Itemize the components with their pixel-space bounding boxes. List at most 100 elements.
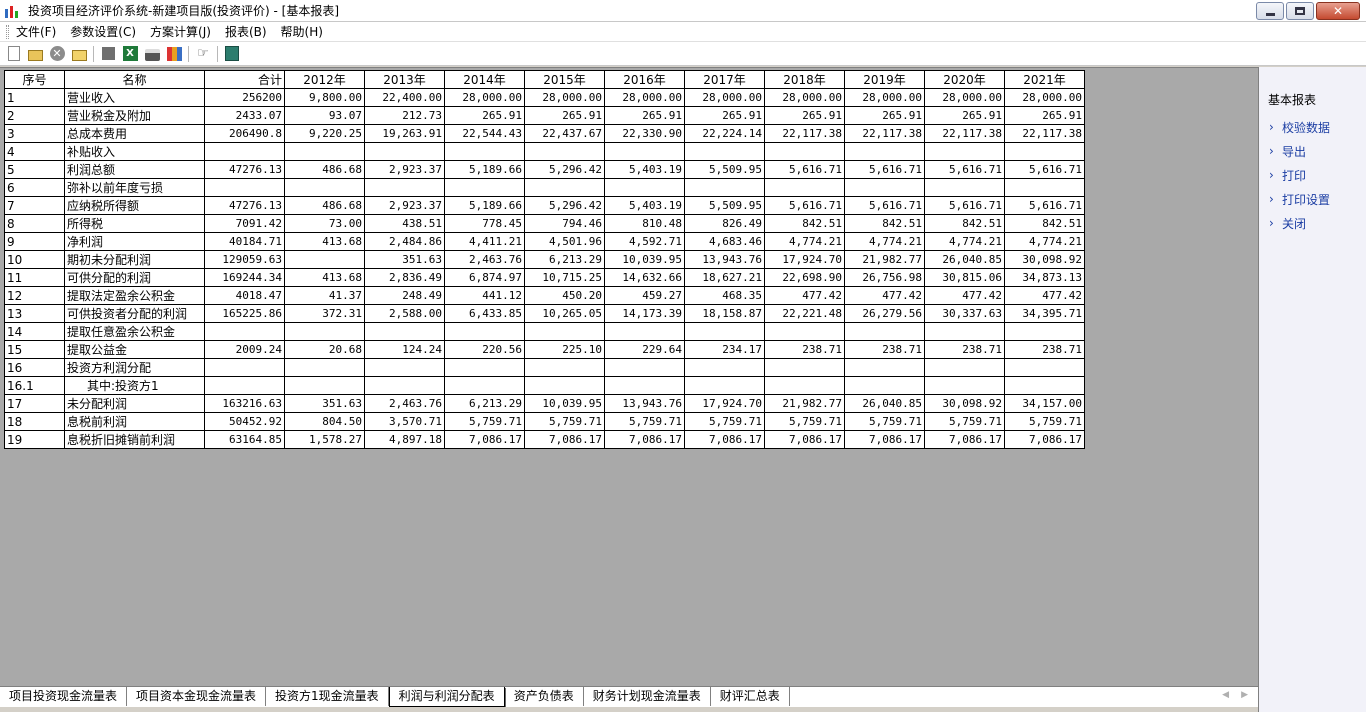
table-row[interactable]: 18 息税前利润 50452.92 804.50 3,570.71 5,759.71 5,7… [4,412,1085,431]
header-total[interactable]: 合计 [204,70,285,89]
cell-value[interactable] [1004,142,1085,161]
cell-value[interactable]: 5,616.71 [924,160,1005,179]
cell-value[interactable]: 22,330.90 [604,124,685,143]
cell-value[interactable]: 4,683.46 [684,232,765,251]
cell-total[interactable] [204,142,285,161]
cell-value[interactable] [364,322,445,341]
cell-seq[interactable]: 4 [4,142,65,161]
cell-value[interactable]: 34,157.00 [1004,394,1085,413]
cell-value[interactable]: 30,098.92 [924,394,1005,413]
header-year[interactable]: 2020年 [924,70,1005,89]
cell-value[interactable]: 804.50 [284,412,365,431]
cell-value[interactable]: 5,616.71 [764,160,845,179]
cell-value[interactable]: 351.63 [284,394,365,413]
cell-value[interactable]: 4,501.96 [524,232,605,251]
cell-value[interactable]: 26,040.85 [924,250,1005,269]
cell-value[interactable]: 28,000.00 [924,88,1005,107]
cell-value[interactable]: 34,873.13 [1004,268,1085,287]
cell-value[interactable] [604,376,685,395]
header-year[interactable]: 2014年 [444,70,525,89]
cell-seq[interactable]: 8 [4,214,65,233]
cell-seq[interactable]: 14 [4,322,65,341]
cell-value[interactable] [284,358,365,377]
cell-value[interactable]: 842.51 [1004,214,1085,233]
cell-value[interactable]: 9,800.00 [284,88,365,107]
cell-value[interactable]: 413.68 [284,232,365,251]
cell-value[interactable] [1004,376,1085,395]
cell-value[interactable]: 265.91 [924,106,1005,125]
cell-value[interactable]: 265.91 [844,106,925,125]
cell-value[interactable] [284,250,365,269]
cell-name[interactable]: 营业收入 [64,88,205,107]
table-row[interactable]: 7 应纳税所得额 47276.13 486.68 2,923.37 5,189.66 5,2… [4,196,1085,215]
cell-value[interactable]: 22,544.43 [444,124,525,143]
cell-total[interactable]: 169244.34 [204,268,285,287]
folder-up-button[interactable] [68,43,90,65]
cell-value[interactable] [924,376,1005,395]
cell-value[interactable]: 2,463.76 [444,250,525,269]
cell-total[interactable]: 63164.85 [204,430,285,449]
cell-value[interactable]: 7,086.17 [1004,430,1085,449]
cell-value[interactable] [364,178,445,197]
cell-value[interactable]: 5,759.71 [524,412,605,431]
cell-value[interactable]: 5,403.19 [604,196,685,215]
cell-value[interactable]: 26,040.85 [844,394,925,413]
cell-value[interactable]: 5,403.19 [604,160,685,179]
cell-value[interactable]: 459.27 [604,286,685,305]
cell-value[interactable] [364,358,445,377]
table-row[interactable]: 10 期初未分配利润 129059.63 351.63 2,463.76 6,213.29… [4,250,1085,269]
table-row[interactable]: 16 投资方利润分配 [4,358,1085,377]
cell-total[interactable]: 2433.07 [204,106,285,125]
cell-seq[interactable]: 17 [4,394,65,413]
cell-value[interactable]: 3,570.71 [364,412,445,431]
cell-value[interactable]: 34,395.71 [1004,304,1085,323]
restore-button[interactable] [1286,2,1314,20]
cell-total[interactable]: 47276.13 [204,160,285,179]
cell-value[interactable] [604,142,685,161]
cell-value[interactable] [844,178,925,197]
cell-value[interactable]: 842.51 [764,214,845,233]
cell-value[interactable]: 4,592.71 [604,232,685,251]
cell-value[interactable]: 7,086.17 [844,430,925,449]
cell-value[interactable]: 4,411.21 [444,232,525,251]
cell-value[interactable]: 5,759.71 [924,412,1005,431]
print-settings-link[interactable]: › 打印设置 [1269,187,1330,211]
cell-value[interactable]: 22,117.38 [924,124,1005,143]
menu-help[interactable]: 帮助(H) [274,23,330,41]
table-row[interactable]: 3 总成本费用 206490.8 9,220.25 19,263.91 22,544.43… [4,124,1085,143]
cell-value[interactable] [444,142,525,161]
table-row[interactable]: 11 可供分配的利润 169244.34 413.68 2,836.49 6,874.97… [4,268,1085,287]
cell-value[interactable] [604,178,685,197]
cell-value[interactable] [764,142,845,161]
table-row[interactable]: 13 可供投资者分配的利润 165225.86 372.31 2,588.00 6,433… [4,304,1085,323]
cell-value[interactable]: 30,337.63 [924,304,1005,323]
cell-value[interactable] [524,376,605,395]
cell-value[interactable]: 238.71 [844,340,925,359]
cell-value[interactable] [764,376,845,395]
cell-value[interactable]: 10,715.25 [524,268,605,287]
cell-value[interactable]: 265.91 [764,106,845,125]
menu-calculate[interactable]: 方案计算(J) [143,23,218,41]
cell-seq[interactable]: 13 [4,304,65,323]
cell-value[interactable]: 21,982.77 [844,250,925,269]
cell-value[interactable]: 28,000.00 [524,88,605,107]
cell-value[interactable]: 21,982.77 [764,394,845,413]
cell-value[interactable]: 5,616.71 [844,160,925,179]
cell-value[interactable]: 6,433.85 [444,304,525,323]
tab[interactable]: 项目投资现金流量表 [0,687,128,706]
cell-value[interactable] [924,358,1005,377]
cell-value[interactable]: 2,836.49 [364,268,445,287]
cell-value[interactable] [1004,358,1085,377]
tab-active[interactable]: 利润与利润分配表 [388,687,505,707]
cell-value[interactable]: 238.71 [1004,340,1085,359]
cell-value[interactable]: 842.51 [844,214,925,233]
cell-value[interactable]: 5,616.71 [764,196,845,215]
tab[interactable]: 投资方1现金流量表 [266,687,389,706]
cell-value[interactable]: 212.73 [364,106,445,125]
cell-value[interactable]: 794.46 [524,214,605,233]
validate-data-link[interactable]: › 校验数据 [1269,115,1330,139]
cell-value[interactable] [684,322,765,341]
cell-value[interactable]: 13,943.76 [604,394,685,413]
cell-total[interactable]: 256200 [204,88,285,107]
cell-value[interactable]: 842.51 [924,214,1005,233]
